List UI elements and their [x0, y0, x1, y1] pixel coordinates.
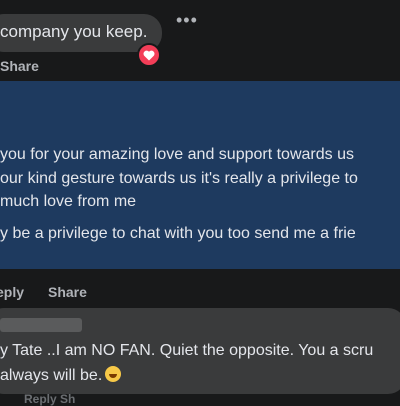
highlighted-comment-line-1: you for your amazing love and support to… — [0, 146, 354, 163]
bottom-comment-line-1: y Tate ..I am NO FAN. Quiet the opposite… — [0, 342, 374, 359]
bottom-comment-actions[interactable]: Reply Sh — [24, 392, 75, 406]
highlighted-comment-line-3: much love from me — [0, 193, 137, 210]
top-comment-share-button[interactable]: Share — [0, 58, 39, 74]
heart-reaction-icon[interactable] — [137, 43, 161, 67]
reply-button[interactable]: eply — [0, 284, 24, 300]
share-button[interactable]: Share — [48, 284, 87, 300]
top-comment-text: company you keep. — [0, 22, 148, 41]
commenter-name-redacted[interactable] — [0, 318, 82, 332]
rolling-laughing-emoji-icon — [105, 366, 122, 382]
bottom-comment-line-2: always will be. — [0, 366, 122, 385]
highlighted-comment-line-2: our kind gesture towards us it's really … — [0, 170, 358, 187]
highlighted-comment-line-4: y be a privilege to chat with you too se… — [0, 225, 356, 242]
more-options-icon[interactable]: ••• — [176, 10, 198, 31]
